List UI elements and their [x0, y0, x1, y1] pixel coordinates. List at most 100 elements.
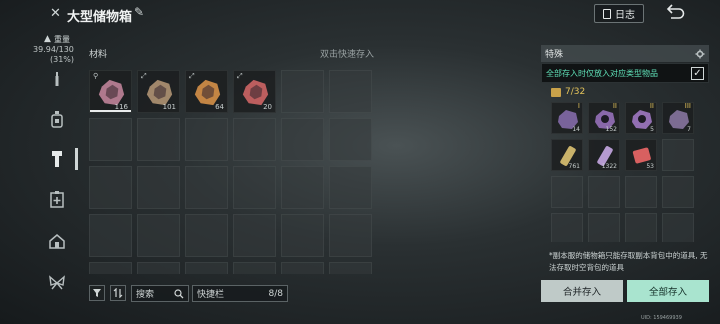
sort-arrows-icon [113, 288, 123, 298]
merge-store-button[interactable]: 合并存入 [541, 280, 623, 302]
search-icon [174, 288, 184, 298]
item-rank: II [612, 102, 617, 110]
special-slot[interactable]: 1322 [588, 139, 620, 171]
item-count: 761 [568, 163, 580, 170]
special-slot[interactable]: 761 [551, 139, 583, 171]
inventory-slot[interactable] [329, 166, 372, 209]
wrench-icon [55, 72, 59, 86]
inventory-slot[interactable] [89, 262, 132, 274]
inventory-slot[interactable] [137, 166, 180, 209]
sidebar-tab-building[interactable] [48, 232, 66, 250]
special-slot[interactable] [551, 213, 583, 242]
rename-pencil-icon[interactable]: ✎ [134, 5, 144, 19]
storage-note: *副本服的储物箱只能存取副本背包中的道具, 无法存取时空背包的道具 [549, 251, 708, 272]
medkit-icon [50, 191, 64, 208]
inventory-slot[interactable]: ⚲ 116 [89, 70, 132, 113]
store-only-matching-option[interactable]: 全部存入时仅放入对应类型物品 ✓ [541, 63, 709, 83]
option-checkbox[interactable]: ✓ [691, 66, 704, 80]
search-input[interactable]: 搜索 [131, 285, 189, 302]
link-icon: ⤢ [141, 72, 147, 80]
active-tab-indicator [75, 148, 78, 170]
material-tool-icon [52, 151, 62, 167]
location-pin-icon: ⚲ [93, 72, 99, 80]
sidebar-tab-materials[interactable] [48, 150, 66, 168]
document-icon [603, 8, 611, 19]
inventory-slot[interactable] [233, 262, 276, 274]
inventory-slot[interactable] [281, 118, 324, 161]
return-arrow-icon [666, 4, 685, 19]
sidebar-tab-weapons[interactable] [48, 70, 66, 88]
bottle-icon [51, 111, 63, 128]
storage-logo-icon: ✕ [50, 6, 61, 21]
weight-value: 39.94/130 [33, 45, 74, 54]
special-slot[interactable] [625, 176, 657, 208]
special-slot[interactable]: II 152 [588, 102, 620, 134]
sidebar-tab-consumables[interactable] [48, 110, 66, 128]
house-icon [49, 234, 65, 249]
inventory-slot[interactable] [233, 118, 276, 161]
inventory-slot[interactable] [233, 166, 276, 209]
inventory-slot[interactable] [185, 118, 228, 161]
filter-button[interactable] [89, 285, 105, 301]
special-label: 特殊 [545, 50, 564, 60]
inventory-slot[interactable] [89, 166, 132, 209]
sidebar-tab-misc[interactable] [48, 274, 66, 292]
butterfly-icon [49, 275, 65, 290]
log-button[interactable]: 日志 [594, 4, 644, 23]
quickbar-count: 8/8 [268, 288, 283, 299]
inventory-slot[interactable] [329, 70, 372, 113]
inventory-slot[interactable] [89, 118, 132, 161]
uid-label: UID: 159469939 [641, 315, 682, 321]
special-slot[interactable]: I 14 [551, 102, 583, 134]
weight-percent: (31%) [50, 55, 75, 64]
special-slot[interactable] [625, 213, 657, 242]
inventory-slot[interactable] [89, 214, 132, 257]
inventory-slot[interactable] [281, 262, 324, 274]
capacity-row: 7/32 [551, 87, 585, 97]
special-slot[interactable] [662, 213, 694, 242]
special-slot[interactable]: II 5 [625, 102, 657, 134]
link-icon: ⤢ [237, 72, 243, 80]
inventory-slot[interactable] [329, 214, 372, 257]
inventory-slot[interactable]: ⤢ 20 [233, 70, 276, 113]
inventory-slot[interactable] [137, 262, 180, 274]
gear-icon[interactable] [695, 49, 705, 59]
special-slot[interactable]: 53 [625, 139, 657, 171]
inventory-slot[interactable] [329, 118, 372, 161]
inventory-slot[interactable] [233, 214, 276, 257]
special-slot[interactable] [662, 139, 694, 171]
page-title: 大型储物箱 [67, 10, 133, 25]
inventory-slot[interactable]: ⤢ 64 [185, 70, 228, 113]
back-button[interactable] [664, 3, 686, 23]
item-count: 152 [605, 126, 617, 133]
inventory-slot[interactable] [137, 118, 180, 161]
sidebar-tab-medical[interactable] [48, 190, 66, 208]
item-rank: III [684, 102, 691, 110]
inventory-slot[interactable] [281, 214, 324, 257]
inventory-slot[interactable] [329, 262, 372, 274]
item-count: 20 [263, 103, 272, 111]
item-rank: I [577, 102, 580, 110]
special-slot[interactable]: III 7 [662, 102, 694, 134]
inventory-slot[interactable] [281, 70, 324, 113]
special-slot[interactable] [588, 213, 620, 242]
inventory-slot[interactable] [185, 214, 228, 257]
item-count: 101 [162, 103, 176, 111]
quickbar-button[interactable]: 快捷栏 8/8 [192, 285, 288, 302]
special-slot[interactable] [588, 176, 620, 208]
store-all-button[interactable]: 全部存入 [627, 280, 709, 302]
special-slot[interactable] [551, 176, 583, 208]
weight-icon: ▲ [44, 34, 51, 44]
inventory-slot[interactable] [137, 214, 180, 257]
sort-button[interactable] [110, 285, 126, 301]
item-count: 64 [215, 103, 224, 111]
inventory-slot[interactable] [185, 262, 228, 274]
double-click-hint: 双击快速存入 [320, 50, 375, 60]
special-grid: I 14 II 152 II 5 III 7 761 1322 53 [551, 102, 701, 242]
inventory-slot[interactable]: ⤢ 101 [137, 70, 180, 113]
log-button-label: 日志 [615, 10, 635, 21]
quickbar-label: 快捷栏 [197, 290, 225, 300]
inventory-slot[interactable] [185, 166, 228, 209]
inventory-slot[interactable] [281, 166, 324, 209]
special-slot[interactable] [662, 176, 694, 208]
